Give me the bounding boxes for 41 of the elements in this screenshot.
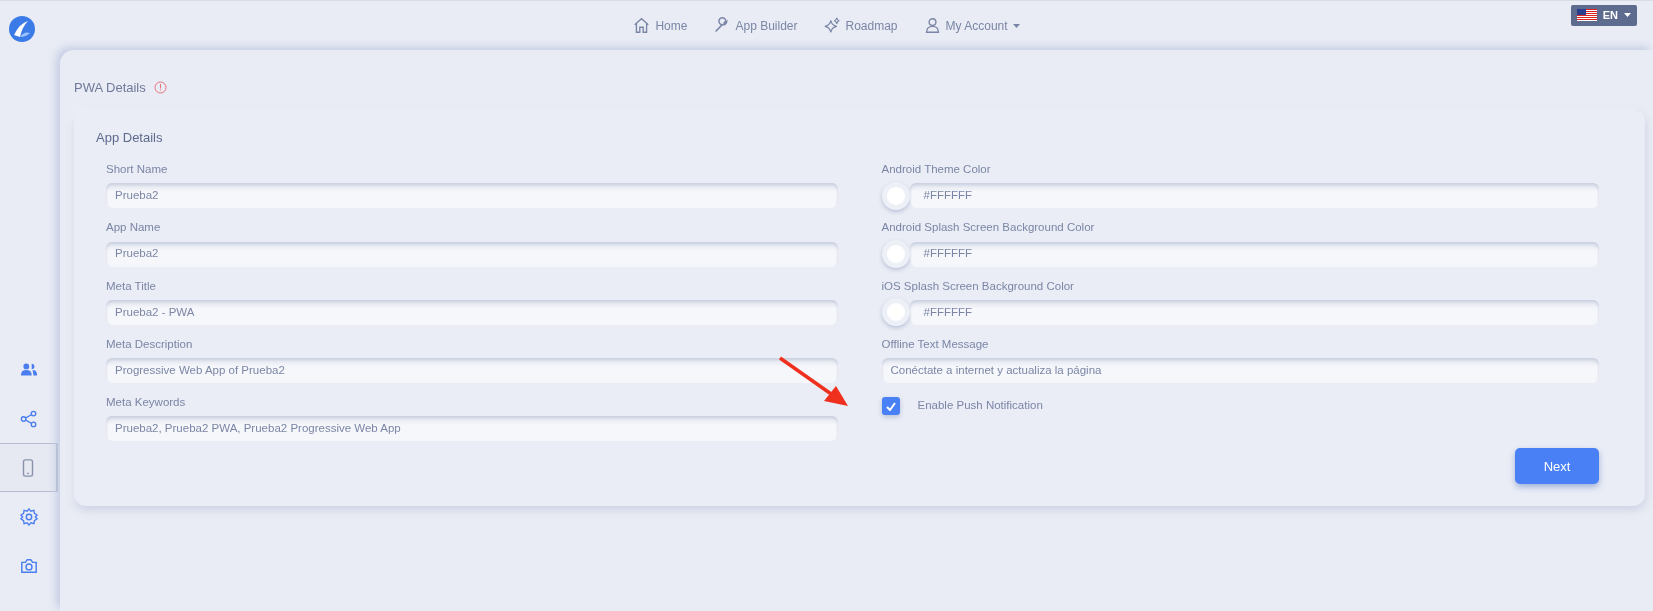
nav-link[interactable]: My Account bbox=[919, 16, 1024, 35]
nav-link[interactable]: Home bbox=[629, 16, 692, 35]
page-title: PWA Details bbox=[74, 79, 146, 97]
logo-icon bbox=[8, 15, 36, 43]
checkbox[interactable] bbox=[881, 397, 900, 415]
color-input-field[interactable]: #FFFFFF bbox=[909, 241, 1599, 267]
field-label: Short Name bbox=[106, 162, 169, 177]
checkbox-label: Enable Push Notification bbox=[917, 398, 1043, 414]
info-icon bbox=[153, 81, 167, 95]
checkmark-icon bbox=[885, 401, 896, 411]
sparkle-icon bbox=[823, 17, 841, 34]
next-button[interactable]: Next bbox=[1515, 448, 1599, 485]
field-label: Android Splash Screen Background Color bbox=[881, 220, 1096, 236]
field-label: Meta Description bbox=[106, 336, 194, 352]
settings-icon bbox=[20, 507, 38, 526]
field-label: iOS Splash Screen Background Color bbox=[881, 278, 1075, 294]
annotation-arrow bbox=[778, 356, 850, 408]
input-field[interactable]: Prueba2 bbox=[106, 241, 838, 267]
camera-icon bbox=[20, 556, 38, 575]
input-field[interactable]: Prueba2 - PWA bbox=[106, 299, 838, 325]
field-label: Android Theme Color bbox=[881, 162, 992, 177]
user-icon bbox=[923, 17, 941, 34]
home-icon bbox=[633, 17, 651, 34]
nav-link[interactable]: App Builder bbox=[709, 16, 802, 35]
caret-icon bbox=[1624, 13, 1631, 18]
sidebar-item[interactable] bbox=[0, 443, 58, 492]
nav-link[interactable]: Roadmap bbox=[819, 16, 902, 35]
field-label: Meta Title bbox=[106, 278, 157, 294]
flag-icon bbox=[1576, 9, 1597, 22]
input-field[interactable]: Prueba2 bbox=[106, 183, 838, 209]
input-field[interactable]: Progressive Web App of Prueba2 bbox=[106, 358, 838, 383]
field-label: Meta Keywords bbox=[106, 395, 187, 410]
language-dropdown[interactable]: EN bbox=[1570, 5, 1637, 26]
color-input-field[interactable]: #FFFFFF bbox=[909, 299, 1599, 325]
color-input-field[interactable]: #FFFFFF bbox=[909, 183, 1599, 209]
field-label: App Name bbox=[106, 220, 162, 236]
input-field[interactable]: Prueba2, Prueba2 PWA, Prueba2 Progressive Web App bbox=[106, 416, 838, 442]
card-title: App Details bbox=[96, 128, 164, 147]
share-icon bbox=[20, 409, 38, 428]
field-label: Offline Text Message bbox=[881, 336, 990, 352]
input-field[interactable]: Conéctate a internet y actualiza la página bbox=[881, 358, 1599, 383]
